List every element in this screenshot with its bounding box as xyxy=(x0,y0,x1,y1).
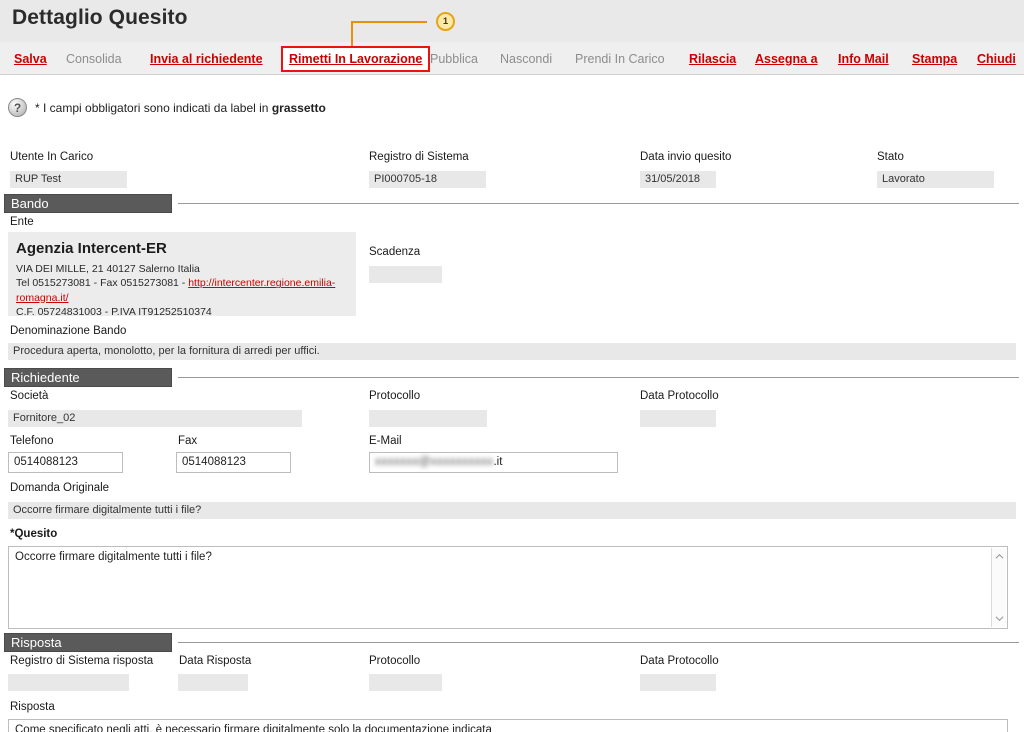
label-data-protocollo-risposta: Data Protocollo xyxy=(640,655,719,667)
toolbar-item-consolida: Consolida xyxy=(66,42,122,75)
value-data-invio-quesito: 31/05/2018 xyxy=(640,171,716,188)
value-scadenza xyxy=(369,266,442,283)
toolbar-item-pubblica: Pubblica xyxy=(430,42,478,75)
toolbar-item-info-mail[interactable]: Info Mail xyxy=(838,42,889,75)
label-telefono: Telefono xyxy=(10,435,54,447)
value-protocollo-risposta xyxy=(369,674,442,691)
label-quesito: *Quesito xyxy=(10,528,58,540)
value-utente-in-carico: RUP Test xyxy=(10,171,127,188)
ente-address: VIA DEI MILLE, 21 40127 Salerno Italia xyxy=(16,263,200,276)
toolbar-item-invia-al-richiedente[interactable]: Invia al richiedente xyxy=(150,42,263,75)
textarea-quesito-value: Occorre firmare digitalmente tutti i fil… xyxy=(15,551,212,563)
toolbar-item-label: Invia al richiedente xyxy=(150,51,263,66)
label-registro-di-sistema-risposta: Registro di Sistema risposta xyxy=(10,655,154,667)
value-societa: Fornitore_02 xyxy=(8,410,302,427)
input-telefono[interactable]: 0514088123 xyxy=(8,452,123,473)
label-scadenza: Scadenza xyxy=(369,246,421,258)
required-fields-text: * I campi obbligatori sono indicati da l… xyxy=(35,101,326,115)
textarea-quesito-scrollbar[interactable] xyxy=(991,548,1006,627)
value-stato: Lavorato xyxy=(877,171,994,188)
label-denominazione-bando: Denominazione Bando xyxy=(10,325,127,337)
toolbar-item-label: Chiudi xyxy=(977,51,1016,66)
label-domanda-originale: Domanda Originale xyxy=(10,482,110,494)
ente-name: Agenzia Intercent-ER xyxy=(16,240,167,257)
dettaglio-quesito-page: Dettaglio Quesito Salva Consolida Invia al… xyxy=(0,0,1024,732)
callout-connector-vertical xyxy=(351,21,353,46)
value-data-protocollo-richiedente xyxy=(640,410,716,427)
toolbar-item-rilascia[interactable]: Rilascia xyxy=(689,42,736,75)
label-risposta: Risposta xyxy=(10,701,55,713)
question-mark-icon[interactable]: ? xyxy=(8,98,27,117)
toolbar-highlight-box: Rimetti In Lavorazione xyxy=(281,45,431,72)
callout-badge-1: 1 xyxy=(436,12,455,31)
ente-contacts-prefix: Tel 0515273081 - Fax 0515273081 - xyxy=(16,277,189,290)
label-societa: Società xyxy=(10,390,49,402)
label-data-invio-quesito: Data invio quesito xyxy=(640,151,732,163)
chevron-down-icon[interactable] xyxy=(995,614,1004,623)
label-data-risposta: Data Risposta xyxy=(179,655,252,667)
value-denominazione-bando: Procedura aperta, monolotto, per la forn… xyxy=(8,343,1016,360)
toolbar-item-label: Prendi In Carico xyxy=(575,51,665,66)
toolbar-item-label: Info Mail xyxy=(838,51,889,66)
section-header-bando: Bando xyxy=(4,194,172,213)
toolbar-item-label: Consolida xyxy=(66,51,122,66)
label-utente-in-carico: Utente In Carico xyxy=(10,151,94,163)
chevron-up-icon[interactable] xyxy=(995,552,1004,561)
textarea-risposta[interactable]: Come specificato negli atti, è necessari… xyxy=(8,719,1008,732)
section-rule-richiedente xyxy=(178,377,1019,378)
section-rule-risposta xyxy=(178,642,1019,643)
toolbar-item-rimetti-in-lavorazione[interactable]: Rimetti In Lavorazione xyxy=(281,42,431,75)
toolbar-item-nascondi: Nascondi xyxy=(500,42,552,75)
toolbar-item-label: Assegna a xyxy=(755,51,818,66)
required-fields-note: ? * I campi obbligatori sono indicati da… xyxy=(8,98,326,117)
label-ente: Ente xyxy=(10,216,34,228)
toolbar-item-prendi-in-carico: Prendi In Carico xyxy=(575,42,665,75)
label-protocollo-risposta: Protocollo xyxy=(369,655,421,667)
section-rule-bando xyxy=(178,203,1019,204)
ente-fiscal-codes: C.F. 05724831003 - P.IVA IT91252510374 xyxy=(16,305,212,318)
toolbar-item-salva[interactable]: Salva xyxy=(14,42,47,75)
required-fields-text-prefix: * I campi obbligatori sono indicati da l… xyxy=(35,100,272,115)
label-data-protocollo-richiedente: Data Protocollo xyxy=(640,390,719,402)
toolbar-item-stampa[interactable]: Stampa xyxy=(912,42,957,75)
input-fax[interactable]: 0514088123 xyxy=(176,452,291,473)
textarea-quesito[interactable]: Occorre firmare digitalmente tutti i fil… xyxy=(8,546,1008,629)
email-visible-suffix: .it xyxy=(493,456,503,468)
page-title: Dettaglio Quesito xyxy=(12,6,188,29)
value-data-risposta xyxy=(178,674,248,691)
required-fields-text-bold: grassetto xyxy=(271,100,326,115)
value-data-protocollo-risposta xyxy=(640,674,716,691)
value-domanda-originale: Occorre firmare digitalmente tutti i fil… xyxy=(8,502,1016,519)
value-registro-di-sistema: PI000705-18 xyxy=(369,171,486,188)
toolbar-item-chiudi[interactable]: Chiudi xyxy=(977,42,1016,75)
label-email: E-Mail xyxy=(369,435,402,447)
ente-info-box: Agenzia Intercent-ER VIA DEI MILLE, 21 4… xyxy=(8,232,356,318)
callout-connector-horizontal xyxy=(351,21,427,23)
email-redacted-value: xxxxxxx@xxxxxxxxxx xyxy=(375,456,494,468)
toolbar-item-label: Rimetti In Lavorazione xyxy=(289,51,423,66)
ente-contacts: Tel 0515273081 - Fax 0515273081 - http:/… xyxy=(16,276,348,304)
input-email[interactable]: xxxxxxx@xxxxxxxxxx.it xyxy=(369,452,618,473)
action-toolbar: Salva Consolida Invia al richiedente Rimett… xyxy=(0,42,1024,75)
toolbar-item-assegna-a[interactable]: Assegna a xyxy=(755,42,818,75)
toolbar-item-label: Pubblica xyxy=(430,51,478,66)
section-header-richiedente: Richiedente xyxy=(4,368,172,387)
label-registro-di-sistema: Registro di Sistema xyxy=(369,151,469,163)
label-protocollo-richiedente: Protocollo xyxy=(369,390,421,402)
label-stato: Stato xyxy=(877,151,904,163)
callout-annotation: 1 xyxy=(345,12,455,46)
label-fax: Fax xyxy=(178,435,198,447)
value-registro-di-sistema-risposta xyxy=(8,674,129,691)
value-protocollo-richiedente xyxy=(369,410,487,427)
section-header-risposta: Risposta xyxy=(4,633,172,652)
toolbar-item-label: Rilascia xyxy=(689,51,737,66)
toolbar-item-label: Salva xyxy=(14,51,47,66)
toolbar-item-label: Stampa xyxy=(912,51,958,66)
toolbar-item-label: Nascondi xyxy=(500,51,553,66)
textarea-risposta-value: Come specificato negli atti, è necessari… xyxy=(15,724,492,732)
